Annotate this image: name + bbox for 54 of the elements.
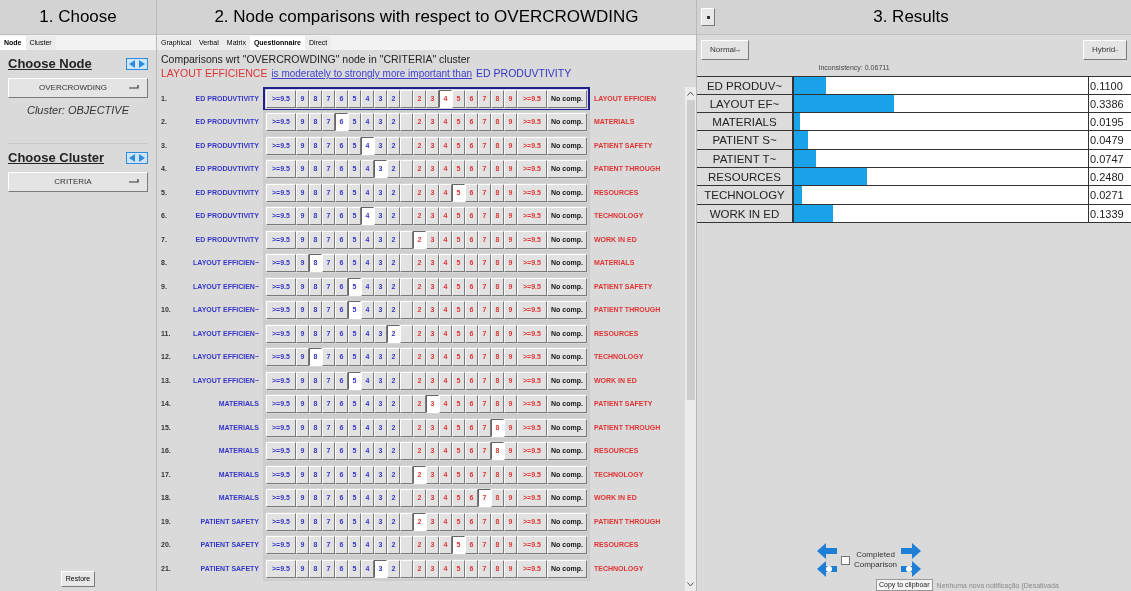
equal-option[interactable] bbox=[400, 489, 413, 508]
equal-option[interactable] bbox=[400, 348, 413, 367]
cluster-note: Cluster: OBJECTIVE bbox=[25, 102, 131, 118]
equal-option[interactable] bbox=[400, 324, 413, 343]
equal-option[interactable] bbox=[400, 254, 413, 273]
mode-dropdown[interactable]: Normal bbox=[701, 40, 749, 60]
less-important-label: ED PRODUVTIVITY bbox=[476, 66, 572, 81]
prev-next-arrows-icon[interactable] bbox=[126, 57, 148, 70]
equal-option[interactable] bbox=[400, 465, 413, 484]
equal-option[interactable] bbox=[400, 136, 413, 155]
priority-value: 0.0271 bbox=[1089, 186, 1131, 204]
priority-value: 0.0479 bbox=[1089, 131, 1131, 149]
panel-title: 2. Node comparisons with respect to OVERCROWDING bbox=[214, 6, 639, 29]
equal-option[interactable] bbox=[400, 89, 413, 108]
equal-option[interactable] bbox=[400, 113, 413, 132]
more-important-label: LAYOUT EFFICIENCE bbox=[161, 66, 268, 81]
checkbox-label: Comparison bbox=[853, 560, 898, 570]
caret-icon bbox=[129, 85, 139, 90]
cluster-dropdown[interactable]: CRITERIA bbox=[8, 171, 148, 192]
section-heading: Choose Cluster bbox=[8, 149, 105, 167]
equal-option[interactable] bbox=[400, 160, 413, 179]
equal-option[interactable] bbox=[400, 559, 413, 578]
equal-option[interactable] bbox=[400, 230, 413, 249]
equal-option[interactable] bbox=[400, 536, 413, 555]
down-chevron-icon bbox=[687, 582, 694, 587]
panel-title: 1. Choose bbox=[39, 6, 117, 29]
left-arrow-icon[interactable] bbox=[816, 543, 837, 559]
judgment-link[interactable]: is moderately to strongly more important than bbox=[271, 66, 473, 81]
panel-title: 3. Results bbox=[872, 6, 950, 29]
equal-option[interactable] bbox=[400, 207, 413, 226]
equal-option[interactable] bbox=[400, 277, 413, 296]
collapse-button[interactable] bbox=[701, 8, 715, 26]
right-arrow-icon[interactable] bbox=[901, 543, 922, 559]
comparison-context: Comparisons wrt "OVERCROWDING" node in "CRITERIA" cluster bbox=[161, 52, 471, 66]
caret-icon bbox=[129, 179, 139, 184]
method-dropdown[interactable]: Hybrid bbox=[1083, 40, 1127, 60]
up-chevron-icon bbox=[687, 91, 694, 96]
caret-icon bbox=[735, 47, 740, 53]
node-dropdown[interactable]: OVERCROWDING bbox=[8, 77, 148, 98]
equal-option[interactable] bbox=[400, 183, 413, 202]
priority-value: 0.0195 bbox=[1089, 113, 1131, 131]
equal-option[interactable] bbox=[400, 301, 413, 320]
equal-option[interactable] bbox=[400, 395, 413, 414]
equal-option[interactable] bbox=[400, 371, 413, 390]
equal-option[interactable] bbox=[400, 512, 413, 531]
priority-value: 0.1100 bbox=[1089, 76, 1131, 94]
section-heading: Choose Node bbox=[8, 55, 92, 73]
scrollbar[interactable] bbox=[685, 87, 696, 591]
checkbox-label: Completed bbox=[856, 550, 895, 560]
prev-next-arrows-icon[interactable] bbox=[126, 151, 148, 164]
equal-option[interactable] bbox=[400, 442, 413, 461]
completed-checkbox[interactable] bbox=[840, 555, 850, 565]
scrollbar-thumb[interactable] bbox=[686, 100, 695, 400]
equal-option[interactable] bbox=[400, 418, 413, 437]
